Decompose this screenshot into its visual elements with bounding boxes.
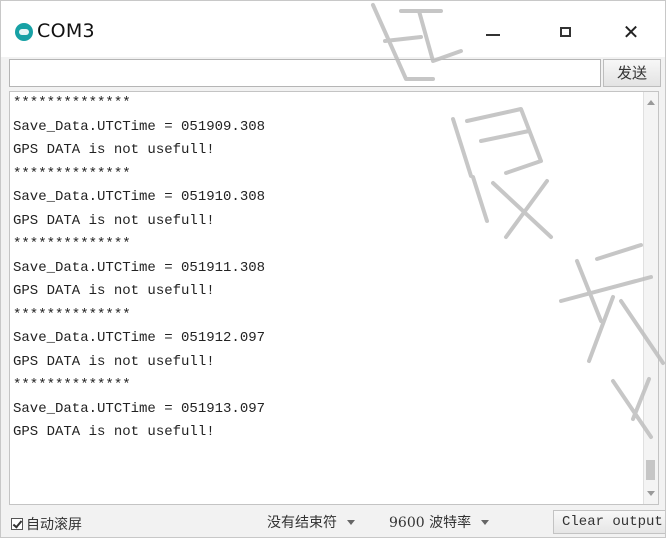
minimize-icon bbox=[486, 34, 500, 36]
arduino-icon bbox=[15, 23, 33, 41]
footer-bar: 自动滚屏 没有结束符 9600 波特率 Clear output bbox=[1, 507, 665, 537]
window-title: COM3 bbox=[37, 20, 95, 42]
output-line: Save_Data.UTCTime = 051912.097 bbox=[13, 330, 266, 346]
vertical-scrollbar[interactable] bbox=[643, 92, 658, 504]
autoscroll-label: 自动滚屏 bbox=[26, 517, 82, 533]
scroll-thumb[interactable] bbox=[646, 460, 655, 480]
output-line: Save_Data.UTCTime = 051913.097 bbox=[13, 400, 266, 417]
output-line: ************** bbox=[13, 95, 131, 111]
maximize-icon bbox=[559, 27, 571, 37]
send-button[interactable]: 发送 bbox=[603, 59, 661, 87]
send-row: 发送 bbox=[9, 59, 661, 89]
maximize-button[interactable] bbox=[547, 15, 583, 49]
output-line: GPS DATA is not usefull! bbox=[13, 142, 215, 158]
output-line: Save_Data.UTCTime = 051909.308 bbox=[13, 118, 266, 135]
baud-rate-value: 9600 波特率 bbox=[389, 515, 472, 531]
output-line: ************** bbox=[13, 306, 131, 323]
send-input[interactable] bbox=[9, 59, 601, 87]
output-line: Save_Data.UTCTime = 051910.308 bbox=[13, 189, 266, 205]
output-line: GPS DATA is not usefull! bbox=[13, 424, 215, 440]
output-line: ************** bbox=[13, 377, 131, 393]
line-ending-value: 没有结束符 bbox=[267, 515, 337, 531]
output-lines: ************** Save_Data.UTCTime = 051909… bbox=[13, 92, 635, 445]
output-line: GPS DATA is not usefull! bbox=[13, 212, 215, 229]
autoscroll-checkbox[interactable]: 自动滚屏 bbox=[11, 514, 82, 534]
output-line: ************** bbox=[13, 165, 131, 182]
output-line: GPS DATA is not usefull! bbox=[13, 283, 215, 299]
output-line: ************** bbox=[13, 236, 131, 252]
output-line: GPS DATA is not usefull! bbox=[13, 353, 215, 370]
scroll-down-icon[interactable] bbox=[647, 491, 655, 496]
serial-output[interactable]: ************** Save_Data.UTCTime = 051909… bbox=[9, 91, 659, 505]
chevron-down-icon bbox=[347, 519, 355, 525]
output-line: Save_Data.UTCTime = 051911.308 bbox=[13, 259, 266, 276]
clear-output-button[interactable]: Clear output bbox=[553, 510, 665, 534]
line-ending-select[interactable]: 没有结束符 bbox=[267, 511, 355, 533]
baud-rate-select[interactable]: 9600 波特率 bbox=[389, 511, 490, 533]
close-icon: ✕ bbox=[622, 20, 640, 44]
chevron-down-icon bbox=[481, 519, 490, 525]
title-bar[interactable]: COM3 ✕ bbox=[1, 1, 665, 57]
close-button[interactable]: ✕ bbox=[613, 15, 649, 49]
serial-monitor-window: COM3 ✕ 发送 ************** Save_Data.UTCTim… bbox=[0, 0, 666, 538]
minimize-button[interactable] bbox=[475, 15, 511, 49]
checkbox-checked-icon[interactable] bbox=[11, 518, 23, 530]
scroll-up-icon[interactable] bbox=[647, 100, 655, 105]
